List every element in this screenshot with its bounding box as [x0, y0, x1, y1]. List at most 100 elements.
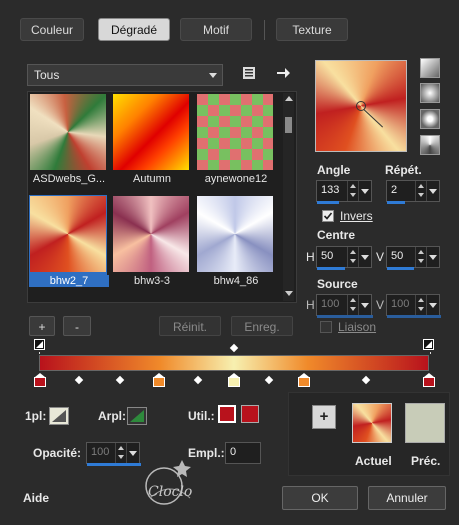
arpl-swatch[interactable]: [127, 407, 147, 425]
color-stop[interactable]: [153, 373, 165, 387]
tab-texture[interactable]: Texture: [276, 18, 348, 41]
thumb-caption: aynewone12: [204, 173, 268, 185]
link-label: Liaison: [338, 320, 377, 334]
color-midpoint[interactable]: [264, 375, 274, 385]
source-v-updown-icon[interactable]: [415, 295, 426, 315]
angle-spinner[interactable]: 133: [316, 180, 372, 204]
tab-motif[interactable]: Motif: [180, 18, 252, 41]
color-stop[interactable]: [34, 373, 46, 387]
gradient-thumb-bhw3-3[interactable]: bhw3-3: [112, 195, 190, 287]
tab-couleur[interactable]: Couleur: [20, 18, 84, 41]
plus-icon: +: [319, 408, 329, 425]
style-rectangular-icon[interactable]: [420, 83, 440, 103]
source-h-dropdown-icon[interactable]: [358, 295, 371, 315]
gradient-preview[interactable]: [315, 60, 407, 152]
repeat-bar: [387, 201, 405, 204]
previous-swatch[interactable]: [405, 403, 445, 443]
previous-label: Préc.: [411, 454, 441, 468]
center-h-dropdown-icon[interactable]: [358, 247, 371, 267]
gradient-swatch: [30, 94, 106, 170]
source-v-label: V: [376, 298, 385, 312]
category-value: Tous: [34, 68, 60, 82]
current-swatch[interactable]: [352, 403, 392, 443]
gradient-swatch: [30, 196, 106, 272]
watermark-logo: Cloclo: [130, 450, 210, 510]
center-v-spinner[interactable]: 50: [386, 246, 440, 270]
color-stop[interactable]: [228, 373, 240, 387]
angle-value: 133: [321, 184, 340, 196]
source-h-label: H: [306, 298, 315, 312]
gradient-thumb-autumn[interactable]: Autumn: [112, 93, 190, 185]
save-button[interactable]: Enreg.: [231, 316, 293, 336]
color-midpoint[interactable]: [193, 375, 203, 385]
angle-updown-icon[interactable]: [347, 181, 358, 201]
scroll-up-icon[interactable]: [285, 96, 293, 101]
center-v-updown-icon[interactable]: [415, 247, 426, 267]
reset-button[interactable]: Réinit.: [159, 316, 221, 336]
opacity-stop-left[interactable]: [34, 339, 45, 350]
center-h-updown-icon[interactable]: [347, 247, 358, 267]
scroll-down-icon[interactable]: [285, 291, 293, 296]
watermark-text: Cloclo: [148, 484, 193, 500]
center-h-bar: [317, 267, 345, 270]
angle-dropdown-icon[interactable]: [358, 181, 371, 201]
center-v-dropdown-icon[interactable]: [426, 247, 439, 267]
library-menu-icon[interactable]: [241, 65, 257, 81]
opacity-stop-right[interactable]: [423, 339, 434, 350]
style-radial-icon[interactable]: [420, 109, 440, 129]
empl-field[interactable]: 0: [225, 442, 261, 464]
color-stop[interactable]: [423, 373, 435, 387]
util-color-swatch[interactable]: [218, 405, 236, 423]
thumb-caption: bhw4_86: [213, 275, 259, 287]
thumb-caption: bhw2_7: [29, 275, 109, 287]
angle-bar: [317, 201, 339, 204]
source-h-bar: [317, 315, 373, 318]
category-dropdown[interactable]: Tous: [27, 64, 223, 86]
thumb-caption: ASDwebs_G...: [32, 173, 106, 185]
cancel-button[interactable]: Annuler: [368, 486, 446, 510]
arrow-right-icon[interactable]: [275, 65, 291, 81]
scroll-thumb[interactable]: [285, 117, 292, 133]
invert-label: Invers: [340, 209, 373, 223]
gradient-thumb-bhw2-7[interactable]: bhw2_7: [29, 195, 109, 287]
repeat-dropdown-icon[interactable]: [426, 181, 439, 201]
add-gradient-button[interactable]: +: [29, 316, 55, 336]
source-v-value: 100: [391, 298, 410, 310]
color-midpoint[interactable]: [74, 375, 84, 385]
current-label: Actuel: [355, 454, 392, 468]
opacity-value: 100: [91, 446, 110, 458]
repeat-label: Répét.: [385, 163, 422, 177]
thumb-caption: bhw3-3: [133, 275, 171, 287]
color-midpoint[interactable]: [115, 375, 125, 385]
source-h-spinner[interactable]: 100: [316, 294, 373, 318]
remove-gradient-button[interactable]: -: [63, 316, 91, 336]
repeat-spinner[interactable]: 2: [386, 180, 440, 204]
help-link[interactable]: Aide: [23, 491, 49, 505]
center-h-spinner[interactable]: 50: [316, 246, 372, 270]
tab-separator: [264, 20, 265, 40]
util-label: Util.:: [188, 409, 215, 423]
link-checkbox[interactable]: [320, 321, 332, 333]
source-h-updown-icon[interactable]: [347, 295, 358, 315]
style-conic-icon[interactable]: [420, 135, 440, 155]
source-v-dropdown-icon[interactable]: [426, 295, 439, 315]
library-scrollbar[interactable]: [283, 93, 294, 301]
tab-degrade[interactable]: Dégradé: [98, 18, 170, 41]
gradient-thumb-aynewone12[interactable]: aynewone12: [196, 93, 274, 185]
one-pl-swatch[interactable]: [49, 407, 69, 425]
color-midpoint[interactable]: [361, 375, 371, 385]
opacity-midpoint[interactable]: [229, 343, 239, 353]
opacity-updown-icon[interactable]: [115, 443, 126, 463]
gradient-thumb-asdwebs[interactable]: ASDwebs_G...: [29, 93, 107, 185]
ok-button[interactable]: OK: [282, 486, 358, 510]
color-stop[interactable]: [298, 373, 310, 387]
invert-checkbox[interactable]: [322, 210, 334, 222]
add-to-library-button[interactable]: +: [312, 405, 336, 429]
repeat-updown-icon[interactable]: [415, 181, 426, 201]
util-color-swatch-2[interactable]: [241, 405, 259, 423]
gradient-swatch: [197, 196, 273, 272]
gradient-thumb-bhw4-86[interactable]: bhw4_86: [196, 195, 274, 287]
gradient-bar[interactable]: [39, 355, 429, 371]
style-linear-icon[interactable]: [420, 58, 440, 78]
source-v-spinner[interactable]: 100: [386, 294, 441, 318]
